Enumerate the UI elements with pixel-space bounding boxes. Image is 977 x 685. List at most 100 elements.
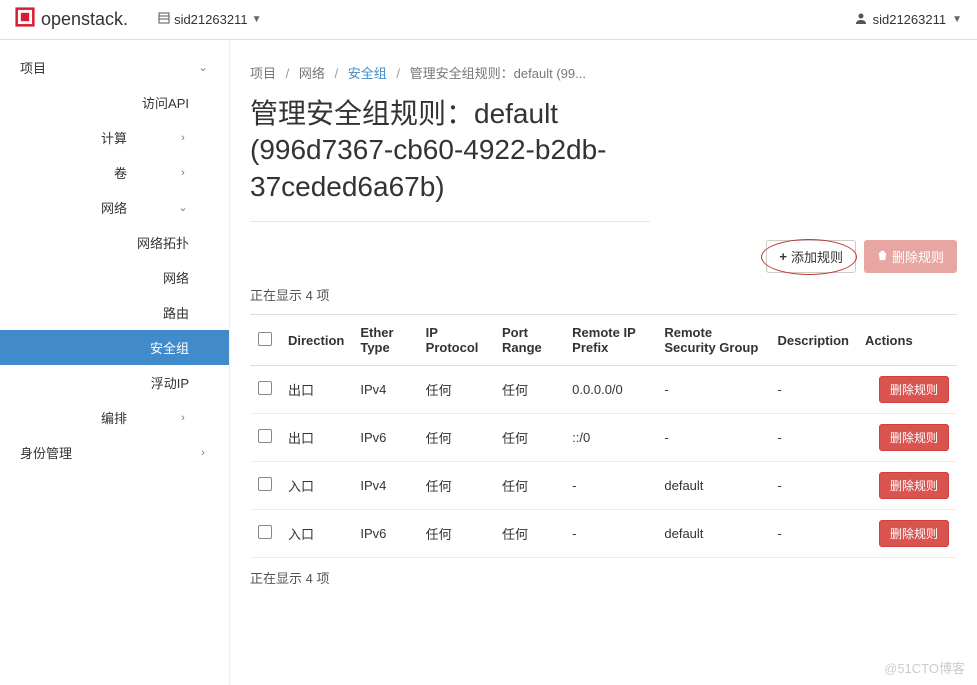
- chevron-down-icon: ⌄: [177, 201, 189, 214]
- cell-description: -: [769, 510, 857, 558]
- sidebar-group-volume[interactable]: 卷 ›: [0, 155, 229, 190]
- breadcrumb-item-secgroups[interactable]: 安全组: [348, 66, 387, 81]
- cell-direction: 出口: [280, 414, 352, 462]
- button-label: 添加规则: [791, 247, 843, 266]
- col-checkbox: [250, 315, 280, 366]
- sidebar-label: 网络: [101, 198, 127, 217]
- table-row: 出口IPv6任何任何::/0--删除规则: [250, 414, 957, 462]
- sidebar-label: 项目: [20, 58, 46, 77]
- sidebar-item-networks[interactable]: 网络: [0, 260, 229, 295]
- cell-range: 任何: [494, 510, 564, 558]
- sidebar-label: 身份管理: [20, 443, 72, 462]
- cell-description: -: [769, 366, 857, 414]
- delete-rule-button[interactable]: 删除规则: [879, 424, 949, 451]
- table-toolbar: + 添加规则 删除规则: [250, 240, 957, 273]
- cell-remote-ip: 0.0.0.0/0: [564, 366, 656, 414]
- brand-logo[interactable]: openstack.: [15, 7, 128, 32]
- sidebar-group-identity[interactable]: 身份管理 ›: [0, 435, 229, 470]
- rules-table: Direction Ether Type IP Protocol Port Ra…: [250, 314, 957, 558]
- cell-proto: 任何: [418, 510, 494, 558]
- cell-proto: 任何: [418, 366, 494, 414]
- cell-remote-sg: default: [656, 462, 769, 510]
- sidebar-group-orchestration[interactable]: 编排 ›: [0, 400, 229, 435]
- user-icon: [855, 12, 867, 27]
- cell-range: 任何: [494, 414, 564, 462]
- brand-text: openstack.: [41, 9, 128, 30]
- cell-description: -: [769, 414, 857, 462]
- chevron-down-icon: ▼: [952, 14, 962, 25]
- project-name: sid21263211: [174, 12, 248, 27]
- cell-range: 任何: [494, 366, 564, 414]
- main-content: 项目 / 网络 / 安全组 / 管理安全组规则：default (99... 管…: [230, 40, 977, 685]
- sidebar-item-routers[interactable]: 路由: [0, 295, 229, 330]
- breadcrumb-current: 管理安全组规则：default (99...: [410, 66, 586, 81]
- breadcrumb-item[interactable]: 项目: [250, 66, 276, 81]
- sidebar-group-network[interactable]: 网络 ⌄: [0, 190, 229, 225]
- sidebar-item-floating-ip[interactable]: 浮动IP: [0, 365, 229, 400]
- col-direction[interactable]: Direction: [280, 315, 352, 366]
- col-remote-ip[interactable]: Remote IP Prefix: [564, 315, 656, 366]
- sidebar-label: 编排: [101, 408, 127, 427]
- chevron-right-icon: ›: [177, 167, 189, 179]
- cell-ether: IPv6: [352, 414, 417, 462]
- delete-rule-button[interactable]: 删除规则: [879, 472, 949, 499]
- cell-proto: 任何: [418, 414, 494, 462]
- row-checkbox[interactable]: [258, 381, 272, 395]
- row-checkbox[interactable]: [258, 525, 272, 539]
- breadcrumb-sep: /: [396, 66, 400, 81]
- user-name: sid21263211: [873, 12, 947, 27]
- cell-description: -: [769, 462, 857, 510]
- trash-icon: [877, 249, 888, 264]
- chevron-right-icon: ›: [197, 447, 209, 459]
- select-all-checkbox[interactable]: [258, 332, 272, 346]
- user-menu[interactable]: sid21263211 ▼: [855, 12, 962, 27]
- cell-remote-ip: ::/0: [564, 414, 656, 462]
- openstack-icon: [15, 7, 35, 32]
- sidebar-label: 计算: [101, 128, 127, 147]
- sidebar-item-secgroups[interactable]: 安全组: [0, 330, 229, 365]
- col-remote-sg[interactable]: Remote Security Group: [656, 315, 769, 366]
- cell-remote-sg: -: [656, 414, 769, 462]
- sidebar-item-access-api[interactable]: 访问API: [0, 85, 229, 120]
- sidebar-group-project[interactable]: 项目 ⌄: [0, 50, 229, 85]
- table-header-row: Direction Ether Type IP Protocol Port Ra…: [250, 315, 957, 366]
- col-actions: Actions: [857, 315, 957, 366]
- cell-proto: 任何: [418, 462, 494, 510]
- top-navbar: openstack. sid21263211 ▼ sid21263211 ▼: [0, 0, 977, 40]
- col-description[interactable]: Description: [769, 315, 857, 366]
- delete-rule-button[interactable]: 删除规则: [879, 376, 949, 403]
- table-row: 入口IPv6任何任何-default-删除规则: [250, 510, 957, 558]
- showing-count-bottom: 正在显示 4 项: [250, 568, 957, 587]
- cell-ether: IPv4: [352, 366, 417, 414]
- button-label: 删除规则: [892, 247, 944, 266]
- col-ether-type[interactable]: Ether Type: [352, 315, 417, 366]
- col-port-range[interactable]: Port Range: [494, 315, 564, 366]
- delete-rules-button[interactable]: 删除规则: [864, 240, 957, 273]
- col-ip-protocol[interactable]: IP Protocol: [418, 315, 494, 366]
- cell-range: 任何: [494, 462, 564, 510]
- cell-direction: 入口: [280, 510, 352, 558]
- sidebar: 项目 ⌄ 访问API 计算 › 卷 › 网络 ⌄ 网络拓扑 网络 路由 安全组 …: [0, 40, 230, 685]
- delete-rule-button[interactable]: 删除规则: [879, 520, 949, 547]
- cell-remote-ip: -: [564, 510, 656, 558]
- breadcrumb-item[interactable]: 网络: [299, 66, 325, 81]
- project-selector[interactable]: sid21263211 ▼: [158, 12, 261, 27]
- sidebar-label: 卷: [114, 163, 127, 182]
- row-checkbox[interactable]: [258, 429, 272, 443]
- cell-remote-ip: -: [564, 462, 656, 510]
- chevron-down-icon: ▼: [252, 14, 262, 25]
- page-title: 管理安全组规则：default (996d7367-cb60-4922-b2db…: [250, 96, 650, 222]
- cell-remote-sg: -: [656, 366, 769, 414]
- cell-direction: 出口: [280, 366, 352, 414]
- cell-direction: 入口: [280, 462, 352, 510]
- sidebar-item-topology[interactable]: 网络拓扑: [0, 225, 229, 260]
- add-rule-button[interactable]: + 添加规则: [766, 240, 856, 273]
- row-checkbox[interactable]: [258, 477, 272, 491]
- table-row: 入口IPv4任何任何-default-删除规则: [250, 462, 957, 510]
- sidebar-group-compute[interactable]: 计算 ›: [0, 120, 229, 155]
- chevron-down-icon: ⌄: [197, 61, 209, 74]
- breadcrumb-sep: /: [335, 66, 339, 81]
- plus-icon: +: [779, 249, 787, 264]
- cell-ether: IPv6: [352, 510, 417, 558]
- chevron-right-icon: ›: [177, 132, 189, 144]
